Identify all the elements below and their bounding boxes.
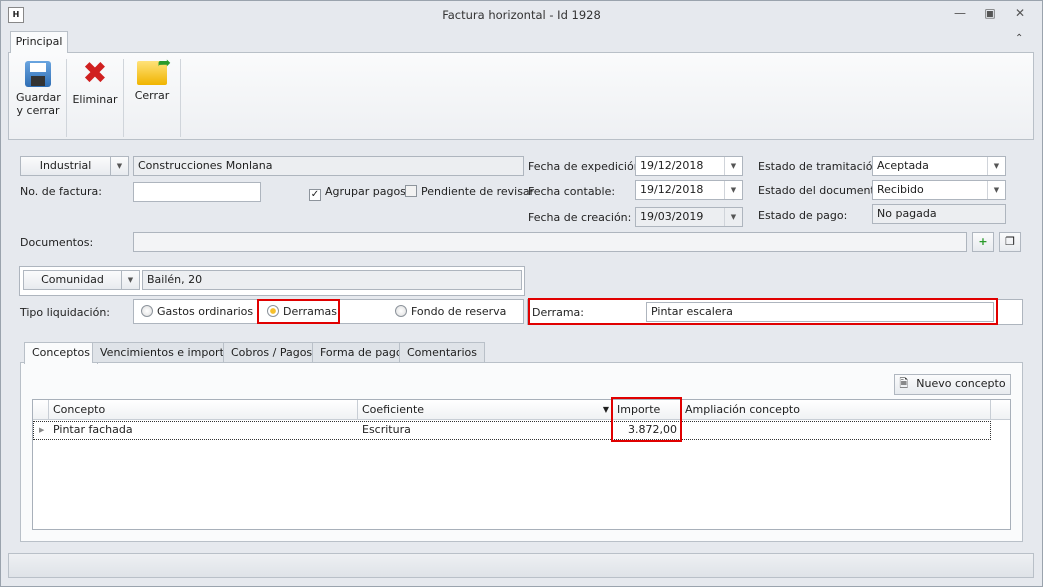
filter-dropdown-icon: ▼ <box>602 405 609 414</box>
pendiente-revisar-checkbox[interactable]: Pendiente de revisar <box>405 185 534 198</box>
estado-tramitacion-select[interactable]: Aceptada ▼ <box>872 156 1006 176</box>
table-row[interactable] <box>33 421 991 440</box>
estado-tramitacion-label: Estado de tramitación: <box>758 160 884 173</box>
derrama-input[interactable]: Pintar escalera <box>646 302 994 322</box>
provider-name-field[interactable]: Construcciones Monlana <box>133 156 524 176</box>
fecha-contable-input[interactable]: 19/12/2018 ▼ <box>635 180 743 200</box>
estado-documento-select[interactable]: Recibido ▼ <box>872 180 1006 200</box>
tab-vencimientos[interactable]: Vencimientos e importes <box>92 342 245 363</box>
invoice-no-input[interactable] <box>133 182 261 202</box>
provider-type-dropdown[interactable]: Industrial ▼ <box>20 156 129 176</box>
tab-forma-pago[interactable]: Forma de pago <box>312 342 411 363</box>
floppy-disk-icon <box>25 61 51 87</box>
fecha-expedicion-label: Fecha de expedición: <box>528 160 645 173</box>
row-indicator-icon: ▶ <box>39 426 45 434</box>
guardar-cerrar-button[interactable]: Guardar y cerrar <box>11 53 65 139</box>
nuevo-concepto-button[interactable]: 🗎 Nuevo concepto <box>894 374 1011 395</box>
window-title: Factura horizontal - Id 1928 <box>442 8 601 22</box>
status-bar <box>8 553 1034 578</box>
radio-derramas[interactable]: Derramas <box>267 305 337 318</box>
add-document-icon[interactable]: + <box>972 232 994 252</box>
estado-pago-label: Estado de pago: <box>758 209 848 222</box>
fecha-expedicion-input[interactable]: 19/12/2018 ▼ <box>635 156 743 176</box>
estado-documento-label: Estado del documento: <box>758 184 886 197</box>
col-coeficiente[interactable]: Coeficiente ▼ <box>358 400 613 420</box>
cell-coeficiente[interactable]: Escritura <box>358 421 411 440</box>
collapse-ribbon-icon[interactable]: ⌃ <box>1015 33 1023 44</box>
checkmark-icon: ✓ <box>309 189 321 201</box>
comunidad-field[interactable]: Bailén, 20 <box>142 270 522 290</box>
tab-cobros-pagos[interactable]: Cobros / Pagos <box>223 342 321 363</box>
tab-comentarios[interactable]: Comentarios <box>399 342 485 363</box>
fecha-creacion-input[interactable]: 19/03/2019 ▼ <box>635 207 743 227</box>
maximize-icon[interactable]: ▣ <box>980 6 1000 24</box>
cerrar-button[interactable]: ➦ Cerrar <box>126 53 178 139</box>
close-icon[interactable]: ✕ <box>1010 6 1030 24</box>
tab-conceptos[interactable]: Conceptos <box>24 342 98 364</box>
new-document-icon: 🗎 <box>899 377 909 390</box>
documentos-field[interactable] <box>133 232 967 252</box>
derrama-label: Derrama: <box>532 306 584 319</box>
open-folder-icon: ➦ <box>137 53 171 85</box>
col-concepto[interactable]: Concepto <box>49 400 358 420</box>
chevron-down-icon: ▼ <box>110 157 128 175</box>
conceptos-grid: Concepto Coeficiente ▼ Importe Ampliación… <box>32 399 1011 530</box>
ribbon-tab-principal[interactable]: Principal <box>10 31 68 53</box>
copy-document-icon[interactable]: ❐ <box>999 232 1021 252</box>
fecha-contable-label: Fecha contable: <box>528 185 616 198</box>
estado-pago-field: No pagada <box>872 204 1006 224</box>
col-ampliacion[interactable]: Ampliación concepto <box>681 400 991 420</box>
agrupar-pagos-checkbox[interactable]: ✓ Agrupar pagos <box>309 185 406 201</box>
red-x-icon: ✖ <box>82 56 108 91</box>
cell-concepto[interactable]: Pintar fachada <box>49 421 133 440</box>
ribbon: Guardar y cerrar ✖ Eliminar ➦ Cerrar <box>8 52 1034 140</box>
tipo-liquidacion-label: Tipo liquidación: <box>20 306 111 319</box>
radio-gastos-ordinarios[interactable]: Gastos ordinarios <box>141 305 253 318</box>
chevron-down-icon: ▼ <box>121 271 139 289</box>
invoice-no-label: No. de factura: <box>20 185 102 198</box>
eliminar-button[interactable]: ✖ Eliminar <box>69 53 121 139</box>
radio-fondo-reserva[interactable]: Fondo de reserva <box>395 305 506 318</box>
fecha-creacion-label: Fecha de creación: <box>528 211 632 224</box>
documentos-label: Documentos: <box>20 236 94 249</box>
minimize-icon[interactable]: — <box>950 6 970 24</box>
comunidad-dropdown[interactable]: Comunidad ▼ <box>23 270 140 290</box>
highlight-importe <box>611 397 682 442</box>
